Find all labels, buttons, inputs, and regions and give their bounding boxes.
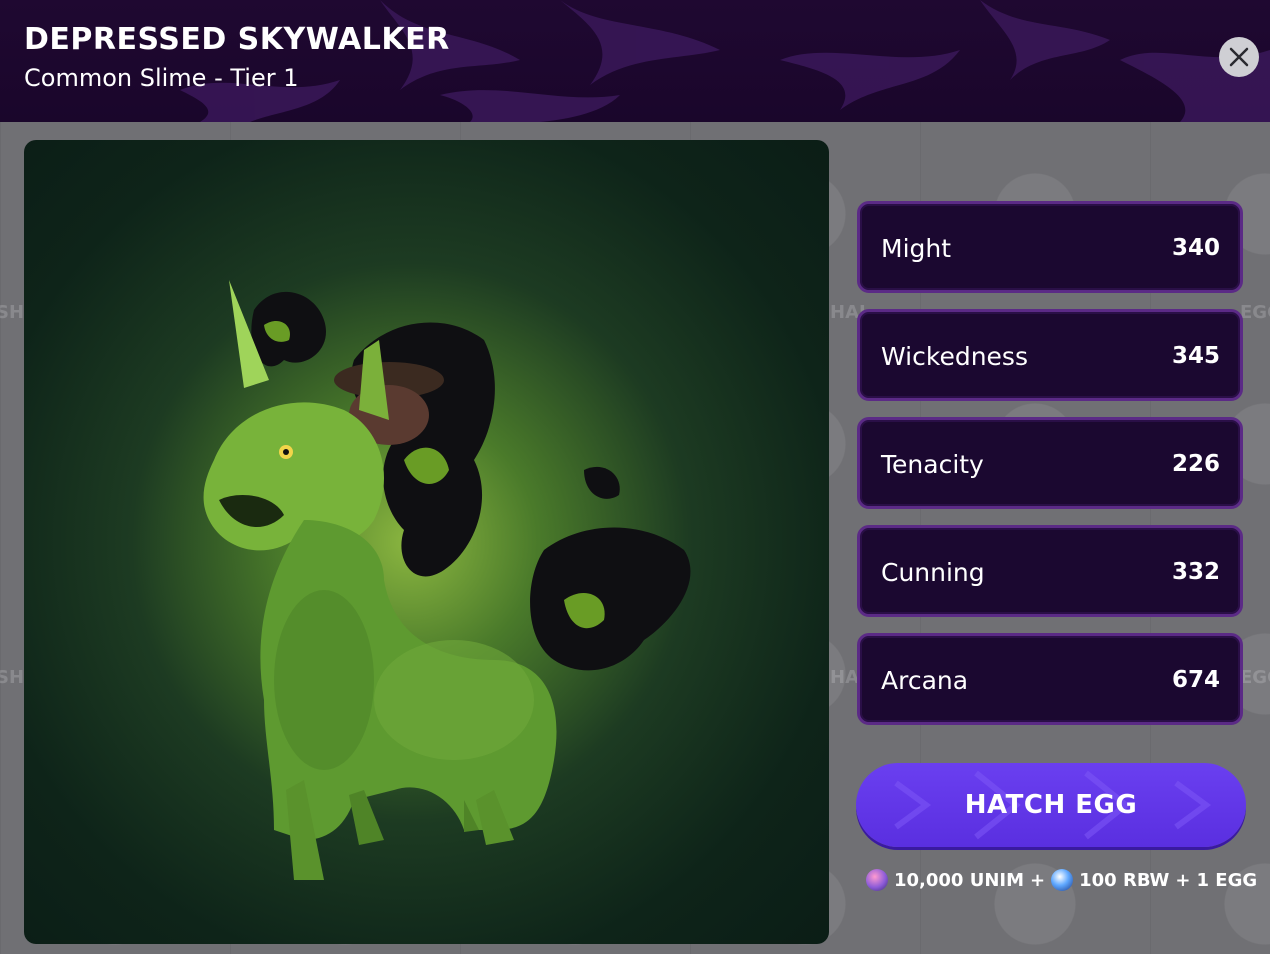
background-text: EGG	[1240, 667, 1270, 688]
close-icon	[1229, 47, 1249, 67]
stat-value: 226	[1171, 451, 1220, 477]
hatch-egg-button[interactable]: HATCH EGG	[856, 763, 1246, 847]
stat-label: Wickedness	[881, 342, 1028, 371]
cost-egg: 1 EGG	[1196, 869, 1258, 891]
close-button[interactable]	[1219, 37, 1259, 77]
hatch-egg-label: HATCH EGG	[964, 790, 1138, 820]
background-text: EGG	[1240, 302, 1270, 323]
stat-value: 332	[1171, 559, 1220, 585]
cost-unim: 10,000 UNIM	[894, 869, 1025, 891]
header-swirl-decoration	[180, 0, 1270, 122]
creature-class-tier: Common Slime - Tier 1	[24, 64, 299, 92]
hatch-cost: 10,000 UNIM + 100 RBW + 1 EGG	[866, 866, 1257, 894]
stat-value: 674	[1171, 667, 1220, 693]
stat-label: Tenacity	[881, 450, 984, 479]
cost-plus: +	[1175, 869, 1191, 891]
stat-tenacity: Tenacity 226	[857, 417, 1243, 509]
modal-header: DEPRESSED SKYWALKER Common Slime - Tier …	[0, 0, 1270, 122]
stat-label: Cunning	[881, 558, 985, 587]
stat-arcana: Arcana 674	[857, 633, 1243, 725]
stat-cunning: Cunning 332	[857, 525, 1243, 617]
cost-rbw: 100 RBW	[1079, 869, 1170, 891]
stat-value: 340	[1171, 235, 1220, 261]
rbw-token-icon	[1051, 869, 1074, 891]
stat-label: Might	[881, 234, 952, 263]
stat-wickedness: Wickedness 345	[857, 309, 1243, 401]
stat-value: 345	[1171, 343, 1220, 369]
cost-plus: +	[1030, 869, 1046, 891]
creature-illustration	[203, 280, 691, 880]
stat-label: Arcana	[881, 666, 969, 695]
creature-name: DEPRESSED SKYWALKER	[24, 22, 450, 57]
creature-artwork	[24, 140, 829, 944]
stat-might: Might 340	[857, 201, 1243, 293]
unim-token-icon	[866, 869, 888, 891]
